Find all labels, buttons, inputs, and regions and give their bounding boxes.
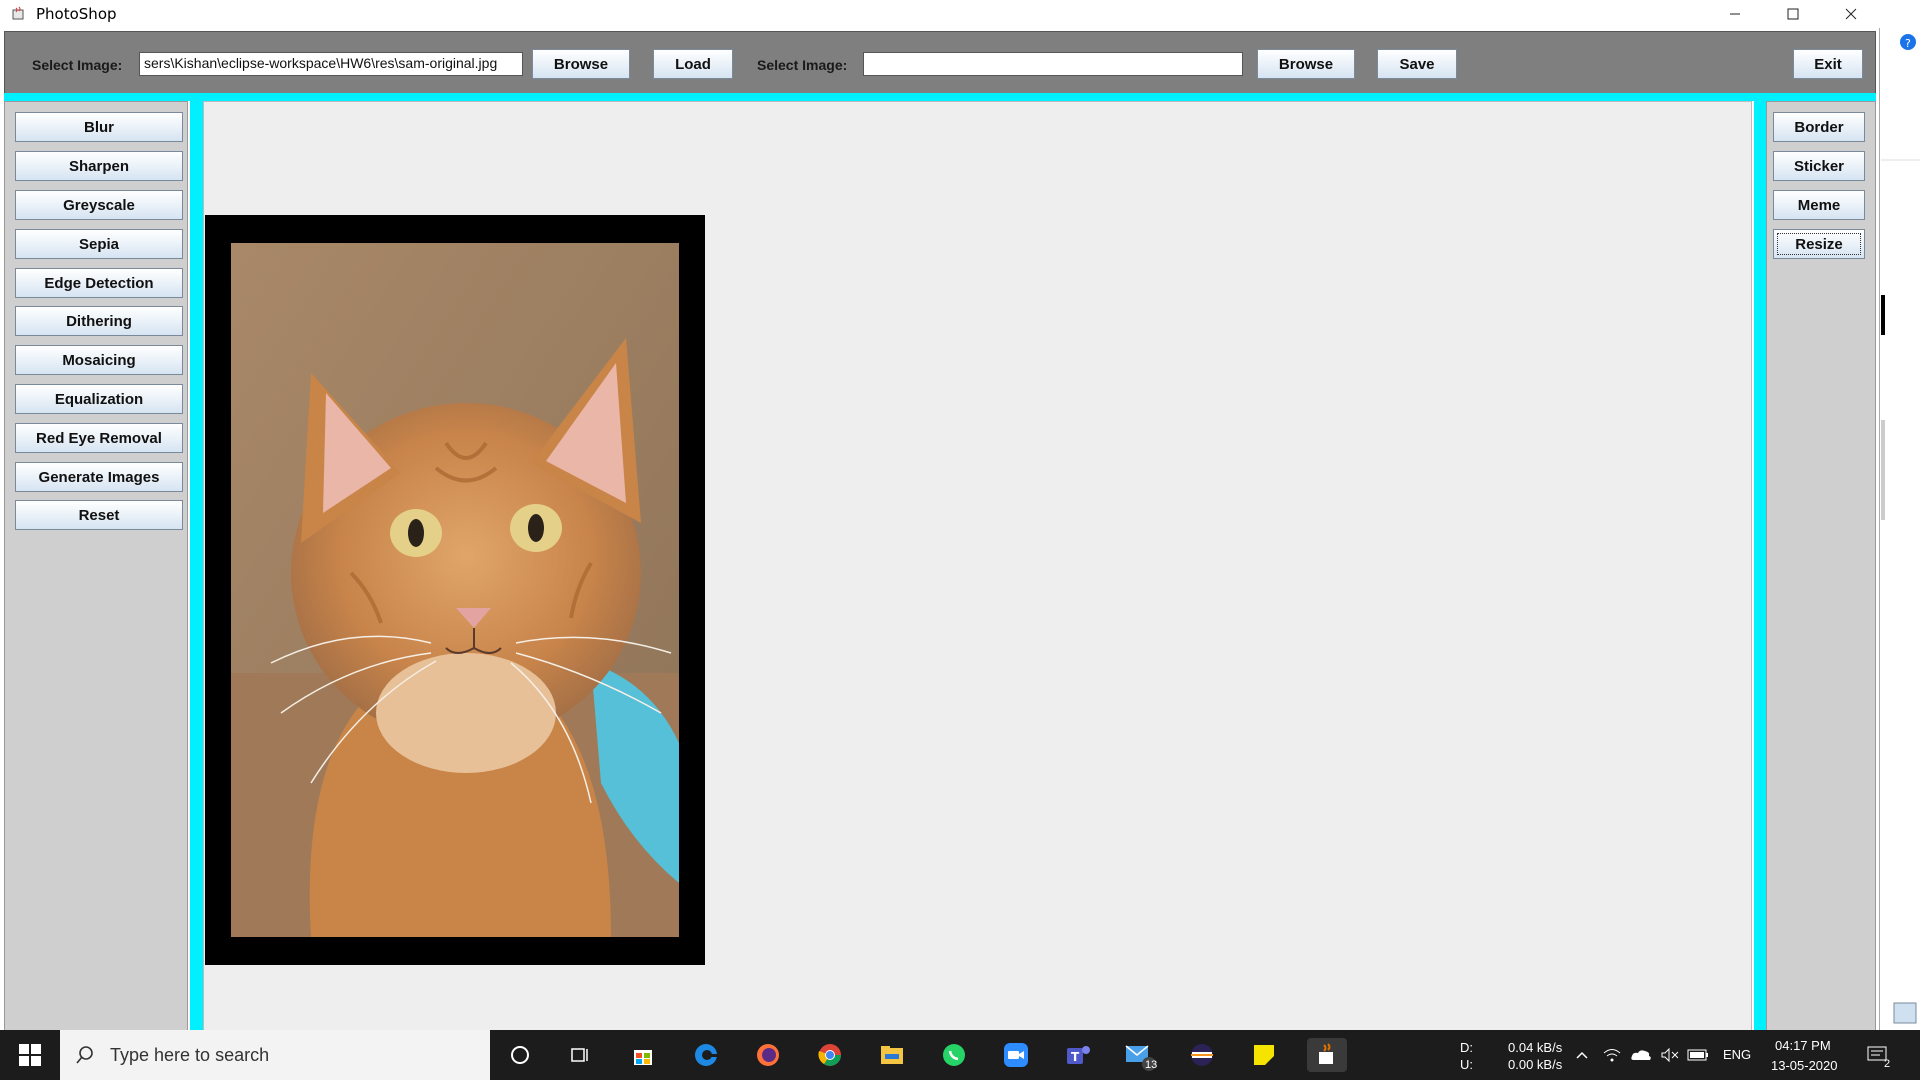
chrome-icon[interactable] [813,1038,847,1072]
image-border-frame [205,215,705,965]
equalization-button[interactable]: Equalization [15,384,183,414]
language-indicator[interactable]: ENG [1723,1047,1751,1062]
dithering-button[interactable]: Dithering [15,306,183,336]
blur-button[interactable]: Blur [15,112,183,142]
sharpen-button[interactable]: Sharpen [15,151,183,181]
red-eye-removal-button[interactable]: Red Eye Removal [15,423,183,453]
mail-badge: 13 [1145,1059,1158,1071]
right-divider [1754,101,1766,1031]
sepia-button[interactable]: Sepia [15,229,183,259]
firefox-icon[interactable] [751,1038,785,1072]
left-divider [190,101,203,1031]
start-button[interactable] [0,1030,60,1080]
edge-icon[interactable] [689,1038,723,1072]
volume-muted-icon[interactable] [1658,1038,1682,1072]
top-toolbar: Select Image: sers\Kishan\eclipse-worksp… [4,31,1876,95]
zoom-icon[interactable] [999,1038,1033,1072]
windows-logo-icon [19,1044,41,1066]
notification-badge: 2 [1884,1058,1891,1070]
search-placeholder: Type here to search [110,1044,270,1065]
cat-photo [231,243,679,937]
greyscale-button[interactable]: Greyscale [15,190,183,220]
browse-button[interactable]: Browse [532,49,630,79]
load-button[interactable]: Load [653,49,733,79]
save-browse-button[interactable]: Browse [1257,49,1355,79]
close-button[interactable] [1822,0,1880,28]
store-icon[interactable] [626,1038,660,1072]
svg-text:?: ? [1905,37,1911,50]
search-icon [60,1045,110,1065]
title-bar[interactable]: PhotoShop [0,0,1880,28]
clock-date[interactable]: 13-05-2020 [1771,1058,1838,1073]
window-title: PhotoShop [36,5,117,23]
eclipse-icon[interactable] [1185,1038,1219,1072]
chevron-up-icon[interactable] [1572,1038,1592,1072]
decoration-panel: Border Sticker Meme Resize [1766,101,1876,1031]
filter-panel: Blur Sharpen Greyscale Sepia Edge Detect… [4,101,188,1031]
cortana-icon[interactable] [503,1038,537,1072]
toolbar-divider [4,93,1876,101]
image-path-input[interactable]: sers\Kishan\eclipse-workspace\HW6\res\sa… [139,52,523,76]
net-upload-label: U: [1460,1057,1473,1072]
java-app-icon [10,5,28,23]
mosaicing-button[interactable]: Mosaicing [15,345,183,375]
sticker-button[interactable]: Sticker [1773,151,1865,181]
save-select-image-label: Select Image: [757,57,848,73]
net-download-label: D: [1460,1040,1473,1055]
task-view-icon[interactable] [563,1038,597,1072]
meme-button[interactable]: Meme [1773,190,1865,220]
border-button[interactable]: Border [1773,112,1865,142]
svg-text:T: T [1071,1050,1080,1064]
clock-time[interactable]: 04:17 PM [1775,1038,1831,1053]
teams-icon[interactable]: T [1061,1038,1095,1072]
taskbar-search[interactable]: Type here to search [60,1030,490,1080]
exit-button[interactable]: Exit [1793,49,1863,79]
select-image-label: Select Image: [32,57,123,73]
wifi-icon[interactable] [1600,1038,1624,1072]
sticky-notes-icon[interactable] [1247,1038,1281,1072]
net-download-value: 0.04 kB/s [1508,1040,1563,1055]
generate-images-button[interactable]: Generate Images [15,462,183,492]
save-path-input[interactable] [863,52,1243,76]
whatsapp-icon[interactable] [937,1038,971,1072]
edge-detection-button[interactable]: Edge Detection [15,268,183,298]
file-explorer-icon[interactable] [875,1038,909,1072]
battery-icon[interactable] [1686,1038,1710,1072]
net-upload-value: 0.00 kB/s [1508,1057,1563,1072]
minimize-button[interactable] [1706,0,1764,28]
reset-button[interactable]: Reset [15,500,183,530]
app-window: PhotoShop Select Image: sers\Kishan\ecli… [0,0,1880,1031]
maximize-button[interactable] [1764,0,1822,28]
java-taskbar-icon[interactable] [1307,1038,1347,1072]
resize-button[interactable]: Resize [1773,229,1865,259]
onedrive-icon[interactable] [1628,1038,1654,1072]
background-window: ? [1880,0,1920,1030]
save-button[interactable]: Save [1377,49,1457,79]
windows-taskbar: Type here to search T 13 D: U: 0.04 kB/s… [0,1030,1920,1080]
